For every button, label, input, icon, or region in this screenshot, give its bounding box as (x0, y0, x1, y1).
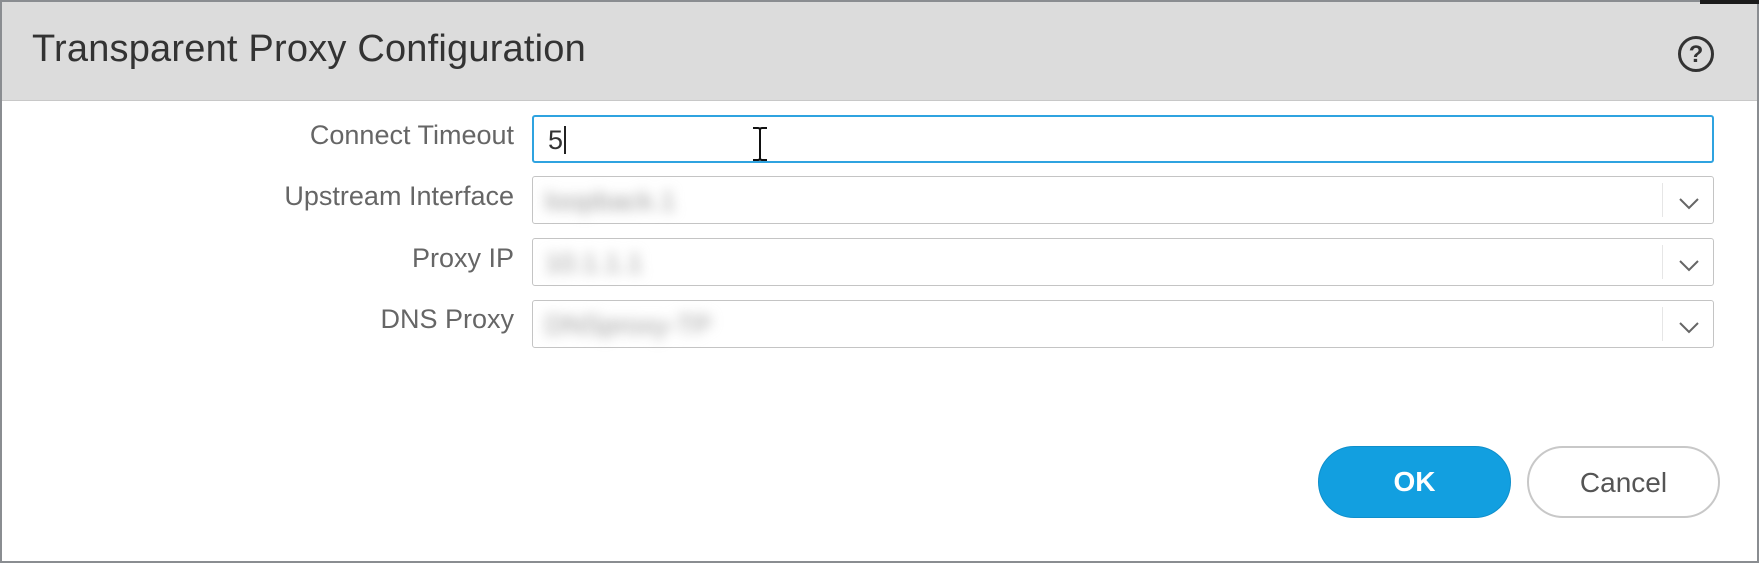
upstream-interface-label: Upstream Interface (284, 181, 514, 211)
text-cursor-icon (753, 127, 767, 161)
connect-timeout-label: Connect Timeout (309, 120, 514, 150)
window-edge (1700, 0, 1759, 4)
connect-timeout-input[interactable]: 5 (532, 115, 1714, 163)
cancel-button[interactable]: Cancel (1527, 446, 1720, 518)
dialog-titlebar: Transparent Proxy Configuration ? (2, 2, 1757, 101)
upstream-interface-select[interactable]: loopback.1 (532, 176, 1714, 224)
proxy-ip-value: 10.1.1.1 (545, 248, 643, 278)
select-divider (1662, 183, 1663, 217)
proxy-ip-label: Proxy IP (411, 243, 514, 273)
upstream-interface-value: loopback.1 (545, 186, 676, 216)
transparent-proxy-dialog: Transparent Proxy Configuration ? Connec… (0, 0, 1759, 563)
help-icon[interactable]: ? (1678, 36, 1714, 72)
dialog-title: Transparent Proxy Configuration (32, 28, 586, 70)
connect-timeout-value: 5 (548, 125, 567, 156)
proxy-ip-select[interactable]: 10.1.1.1 (532, 238, 1714, 286)
chevron-down-icon[interactable] (1677, 191, 1701, 215)
ok-button[interactable]: OK (1318, 446, 1511, 518)
chevron-down-icon[interactable] (1677, 315, 1701, 339)
dns-proxy-value: DNSproxy-TP (545, 310, 712, 340)
text-caret (564, 126, 567, 154)
select-divider (1662, 307, 1663, 341)
dns-proxy-label: DNS Proxy (380, 304, 514, 334)
select-divider (1662, 245, 1663, 279)
chevron-down-icon[interactable] (1677, 253, 1701, 277)
dns-proxy-select[interactable]: DNSproxy-TP (532, 300, 1714, 348)
